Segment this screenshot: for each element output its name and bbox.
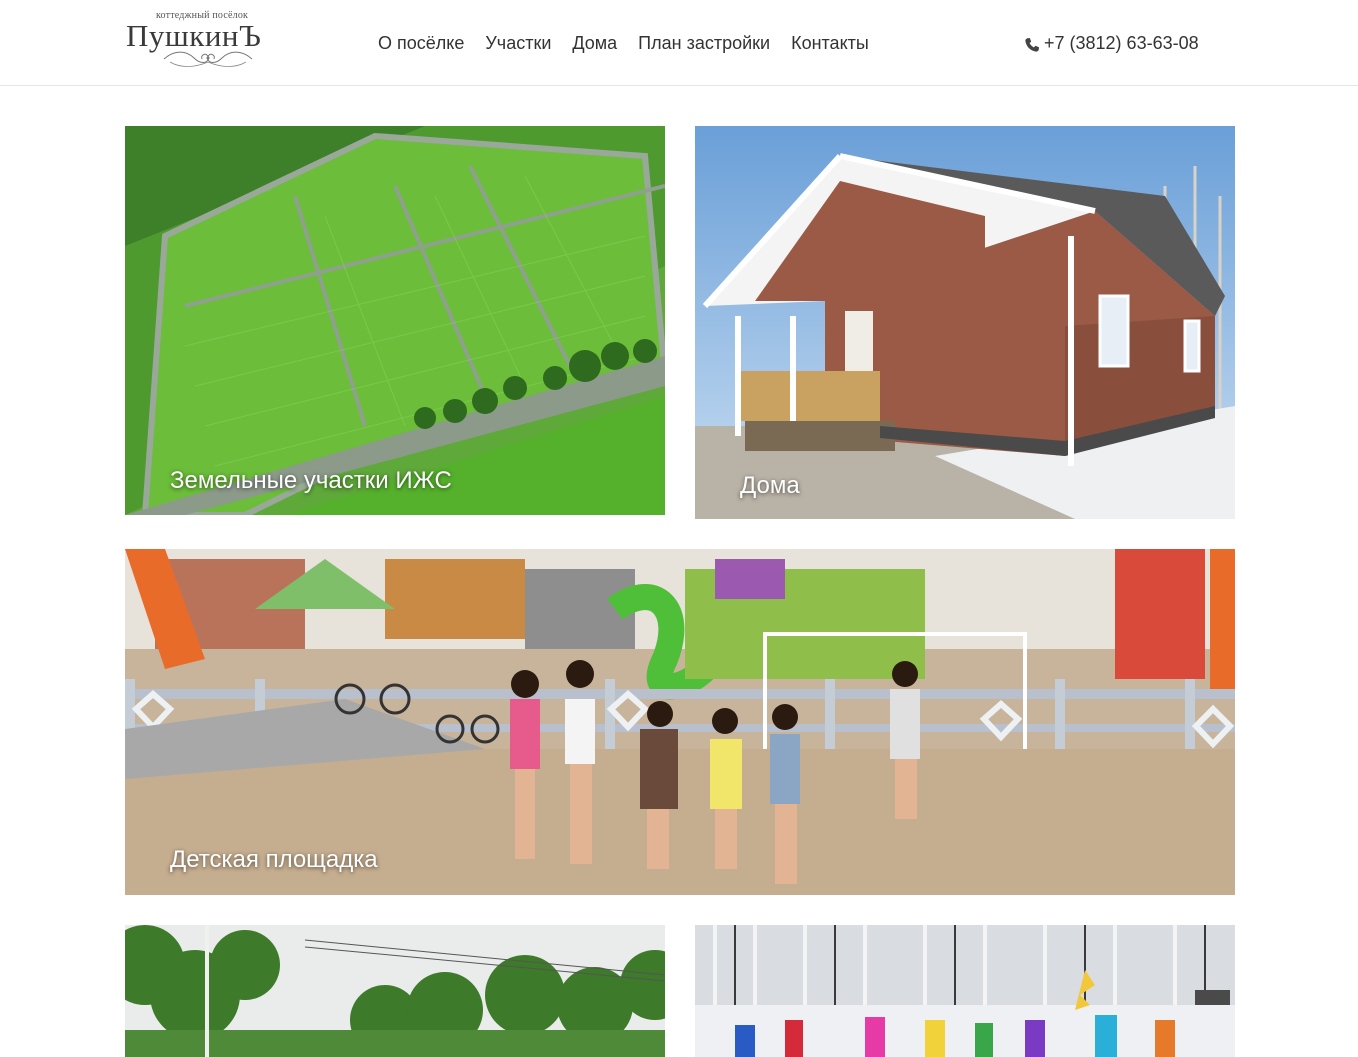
land-plots-image bbox=[125, 126, 665, 515]
nav-item-houses[interactable]: Дома bbox=[572, 32, 617, 54]
card-caption: Детская площадка bbox=[170, 846, 378, 873]
card-winter-festival[interactable] bbox=[695, 925, 1235, 1057]
logo-ornament-icon bbox=[163, 51, 253, 67]
card-forest[interactable] bbox=[125, 925, 665, 1057]
winter-festival-image bbox=[695, 925, 1235, 1057]
phone-link[interactable]: +7 (3812) 63-63-08 bbox=[1024, 32, 1199, 54]
card-caption: Дома bbox=[740, 472, 800, 499]
phone-icon bbox=[1025, 37, 1039, 52]
phone-number: +7 (3812) 63-63-08 bbox=[1044, 33, 1199, 53]
forest-image bbox=[125, 925, 665, 1057]
house-image bbox=[695, 126, 1235, 519]
nav-item-contacts[interactable]: Контакты bbox=[791, 32, 869, 54]
card-land-plots[interactable]: Земельные участки ИЖС bbox=[125, 126, 665, 515]
logo[interactable]: коттеджный посёлок ПушкинЪ bbox=[126, 8, 286, 72]
nav-item-plan[interactable]: План застройки bbox=[638, 32, 770, 54]
card-caption: Земельные участки ИЖС bbox=[170, 467, 452, 494]
site-header: коттеджный посёлок ПушкинЪ О посёлке Уча… bbox=[0, 0, 1358, 86]
nav-item-plots[interactable]: Участки bbox=[485, 32, 551, 54]
main-nav: О посёлке Участки Дома План застройки Ко… bbox=[378, 32, 890, 54]
nav-item-about[interactable]: О посёлке bbox=[378, 32, 464, 54]
card-houses[interactable]: Дома bbox=[695, 126, 1235, 519]
playground-image bbox=[125, 549, 1235, 895]
card-playground[interactable]: Детская площадка bbox=[125, 549, 1235, 895]
